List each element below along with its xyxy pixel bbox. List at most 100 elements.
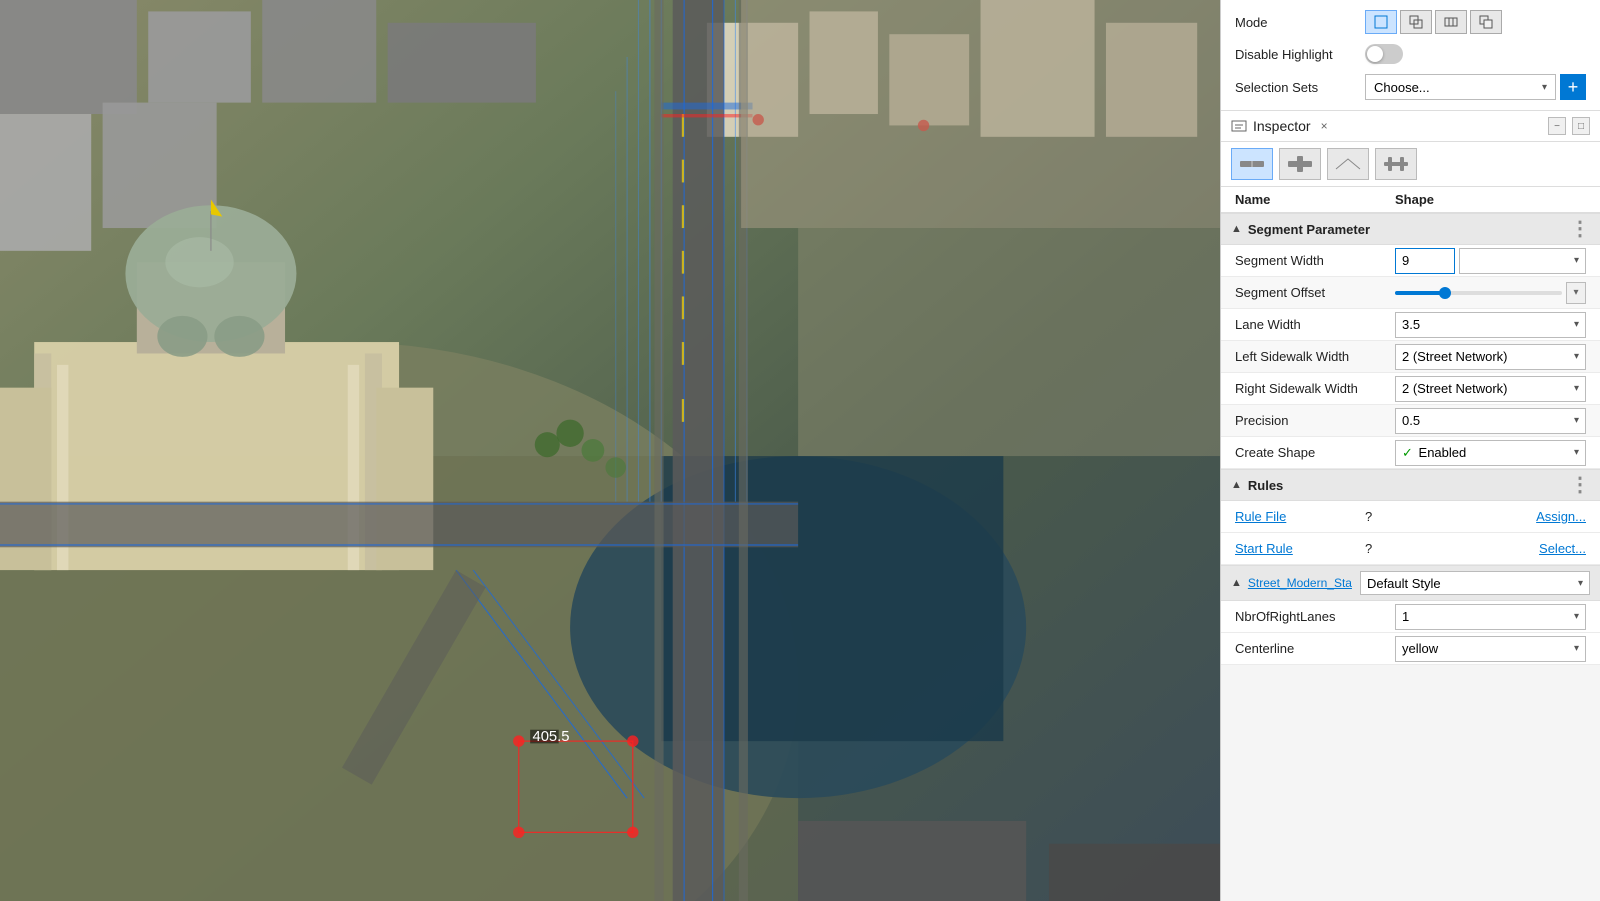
- rule-row-rule-file: Rule File ? Assign...: [1221, 501, 1600, 533]
- nbr-right-lanes-dropdown[interactable]: 1 ▾: [1395, 604, 1586, 630]
- start-rule-select-button[interactable]: Select...: [1415, 541, 1586, 556]
- prop-row-left-sidewalk-width: Left Sidewalk Width 2 (Street Network) ▾: [1221, 341, 1600, 373]
- selection-sets-label: Selection Sets: [1235, 80, 1365, 95]
- prop-name-left-sidewalk-width: Left Sidewalk Width: [1235, 343, 1395, 370]
- prop-name-precision: Precision: [1235, 407, 1395, 434]
- segment-parameter-more[interactable]: ⋮: [1570, 219, 1590, 239]
- 3d-viewport[interactable]: 405.5: [0, 0, 1220, 901]
- inspector-close-button[interactable]: ×: [1321, 119, 1328, 133]
- nbr-right-lanes-value: 1: [1402, 609, 1409, 624]
- rules-section-header[interactable]: ▲ Rules ⋮: [1221, 469, 1600, 501]
- create-shape-value: ✓ Enabled: [1402, 445, 1466, 461]
- selection-sets-value: Choose...: [1374, 80, 1430, 95]
- rule-file-assign-button[interactable]: Assign...: [1415, 509, 1586, 524]
- prop-name-lane-width: Lane Width: [1235, 311, 1395, 338]
- prop-value-lane-width: 3.5 ▾: [1395, 312, 1586, 338]
- centerline-dropdown[interactable]: yellow ▾: [1395, 636, 1586, 662]
- prop-name-segment-offset: Segment Offset: [1235, 279, 1395, 306]
- inspector-title: Inspector: [1253, 118, 1311, 134]
- props-header-shape: Shape: [1395, 192, 1586, 207]
- disable-highlight-label: Disable Highlight: [1235, 47, 1365, 62]
- segment-width-dropdown[interactable]: ▾: [1459, 248, 1586, 274]
- prop-name-segment-width: Segment Width: [1235, 247, 1395, 274]
- prop-value-create-shape: ✓ Enabled ▾: [1395, 440, 1586, 466]
- rules-chevron: ▲: [1231, 479, 1242, 491]
- selection-sets-row: Selection Sets Choose... ▾ +: [1235, 74, 1586, 100]
- prop-row-lane-width: Lane Width 3.5 ▾: [1221, 309, 1600, 341]
- inspector-maximize-button[interactable]: □: [1572, 117, 1590, 135]
- props-body[interactable]: ▲ Segment Parameter ⋮ Segment Width ▾: [1221, 213, 1600, 901]
- segment-parameter-title: Segment Parameter: [1248, 222, 1370, 237]
- rules-more[interactable]: ⋮: [1570, 475, 1590, 495]
- start-rule-value: ?: [1365, 541, 1415, 556]
- inspector-minimize-button[interactable]: −: [1548, 117, 1566, 135]
- lane-width-value: 3.5: [1402, 317, 1420, 332]
- prop-value-nbr-right-lanes: 1 ▾: [1395, 604, 1586, 630]
- rule-file-value: ?: [1365, 509, 1415, 524]
- segment-parameter-section-header[interactable]: ▲ Segment Parameter ⋮: [1221, 213, 1600, 245]
- rules-title: Rules: [1248, 478, 1283, 493]
- shape-tab-2[interactable]: [1327, 148, 1369, 180]
- props-header-name: Name: [1235, 192, 1395, 207]
- disable-highlight-row: Disable Highlight: [1235, 44, 1586, 64]
- prop-row-segment-width: Segment Width ▾: [1221, 245, 1600, 277]
- street-style-chevron: ▲: [1231, 577, 1242, 589]
- centerline-value: yellow: [1402, 641, 1438, 656]
- left-sidewalk-width-value: 2 (Street Network): [1402, 349, 1507, 364]
- rule-file-label[interactable]: Rule File: [1235, 509, 1365, 524]
- prop-value-right-sidewalk-width: 2 (Street Network) ▾: [1395, 376, 1586, 402]
- prop-name-create-shape: Create Shape: [1235, 439, 1395, 466]
- lane-width-dropdown[interactable]: 3.5 ▾: [1395, 312, 1586, 338]
- segment-width-input[interactable]: [1395, 248, 1455, 274]
- mode-label: Mode: [1235, 15, 1365, 30]
- street-row-centerline: Centerline yellow ▾: [1221, 633, 1600, 665]
- prop-value-segment-offset: ▾: [1395, 282, 1586, 304]
- props-header: Name Shape: [1221, 187, 1600, 213]
- prop-value-segment-width: ▾: [1395, 248, 1586, 274]
- mode-btn-rect[interactable]: [1365, 10, 1397, 34]
- selection-sets-chevron: ▾: [1542, 82, 1547, 93]
- shape-tabs: [1221, 142, 1600, 187]
- toolbar-section: Mode Disable Highlight: [1221, 0, 1600, 111]
- prop-name-right-sidewalk-width: Right Sidewalk Width: [1235, 375, 1395, 402]
- inspector-title-row: Inspector ×: [1231, 118, 1328, 134]
- precision-value: 0.5: [1402, 413, 1420, 428]
- right-sidewalk-width-value: 2 (Street Network): [1402, 381, 1507, 396]
- left-sidewalk-width-dropdown[interactable]: 2 (Street Network) ▾: [1395, 344, 1586, 370]
- prop-value-precision: 0.5 ▾: [1395, 408, 1586, 434]
- segment-offset-end-btn[interactable]: ▾: [1566, 282, 1586, 304]
- street-style-section-header[interactable]: ▲ Street_Modern_Sta Default Style ▾: [1221, 565, 1600, 601]
- street-style-value: Default Style: [1367, 576, 1441, 591]
- shape-tab-3[interactable]: [1375, 148, 1417, 180]
- prop-name-nbr-right-lanes: NbrOfRightLanes: [1235, 603, 1395, 630]
- shape-tab-0[interactable]: [1231, 148, 1273, 180]
- create-shape-dropdown[interactable]: ✓ Enabled ▾: [1395, 440, 1586, 466]
- precision-dropdown[interactable]: 0.5 ▾: [1395, 408, 1586, 434]
- mode-buttons: [1365, 10, 1502, 34]
- street-style-name[interactable]: Street_Modern_Sta: [1248, 576, 1352, 590]
- disable-highlight-toggle[interactable]: [1365, 44, 1403, 64]
- segment-parameter-chevron: ▲: [1231, 223, 1242, 235]
- inspector-icon: [1231, 118, 1247, 134]
- mode-btn-subtract[interactable]: [1470, 10, 1502, 34]
- prop-row-precision: Precision 0.5 ▾: [1221, 405, 1600, 437]
- inspector-section: Inspector × − □ Name: [1221, 111, 1600, 901]
- selection-sets-add-button[interactable]: +: [1560, 74, 1586, 100]
- street-row-nbr-right-lanes: NbrOfRightLanes 1 ▾: [1221, 601, 1600, 633]
- mode-btn-intersect[interactable]: [1435, 10, 1467, 34]
- segment-offset-slider[interactable]: [1395, 291, 1562, 295]
- mode-row: Mode: [1235, 10, 1586, 34]
- mode-btn-multi[interactable]: [1400, 10, 1432, 34]
- selection-sets-dropdown[interactable]: Choose... ▾: [1365, 74, 1556, 100]
- prop-value-left-sidewalk-width: 2 (Street Network) ▾: [1395, 344, 1586, 370]
- rule-row-start-rule: Start Rule ? Select...: [1221, 533, 1600, 565]
- right-panel: Mode Disable Highlight: [1220, 0, 1600, 901]
- street-style-dropdown[interactable]: Default Style ▾: [1360, 571, 1590, 595]
- prop-row-right-sidewalk-width: Right Sidewalk Width 2 (Street Network) …: [1221, 373, 1600, 405]
- shape-tab-1[interactable]: [1279, 148, 1321, 180]
- prop-row-segment-offset: Segment Offset ▾: [1221, 277, 1600, 309]
- start-rule-label[interactable]: Start Rule: [1235, 541, 1365, 556]
- prop-value-centerline: yellow ▾: [1395, 636, 1586, 662]
- inspector-header: Inspector × − □: [1221, 111, 1600, 142]
- right-sidewalk-width-dropdown[interactable]: 2 (Street Network) ▾: [1395, 376, 1586, 402]
